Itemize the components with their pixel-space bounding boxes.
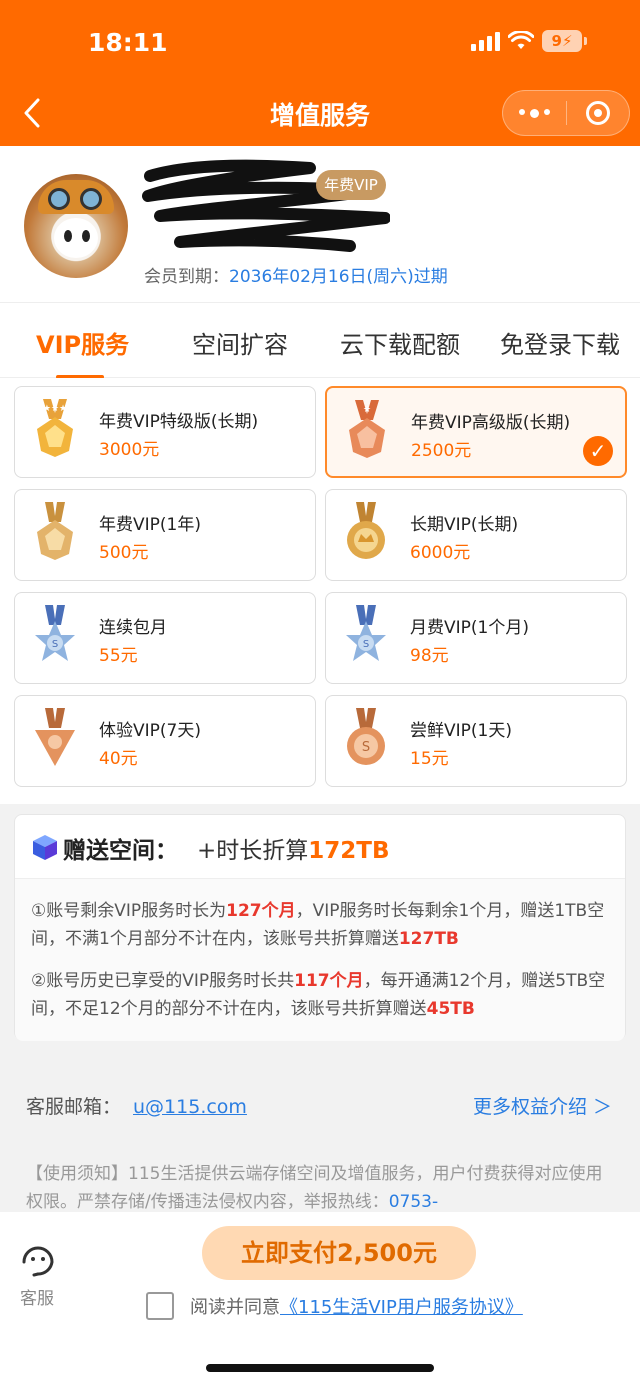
tab-bar: VIP服务 空间扩容 云下载配额 免登录下载 <box>0 302 640 379</box>
bronze-round-medal-icon: S <box>347 708 385 765</box>
more-icon[interactable] <box>503 108 566 118</box>
gift-highlight: 127个月 <box>226 901 296 921</box>
pay-now-button[interactable]: 立即支付2,500元 <box>202 1226 476 1280</box>
bronze-triangle-medal-icon <box>35 708 75 766</box>
miniapp-capsule <box>502 90 630 136</box>
home-indicator <box>206 1364 434 1372</box>
gift-space-total: +时长折算172TB <box>197 831 390 865</box>
usage-notice-text: 【使用须知】115生活提供云端存储空间及增值服务，用户付费获得对应使用权限。严禁… <box>26 1164 603 1210</box>
silver-star-medal-icon: S <box>35 605 75 661</box>
plan-card-annual-vip[interactable]: 年费VIP(1年) 500元 <box>14 489 316 581</box>
membership-expiry: 会员到期：2036年02月16日(周六)过期 <box>144 262 448 287</box>
plan-price: 500元 <box>99 543 149 563</box>
plan-card-trial-vip[interactable]: 体验VIP(7天) 40元 <box>14 695 316 787</box>
silver-star-medal-icon: S <box>346 605 386 661</box>
agreement-row: 阅读并同意 《115生活VIP用户服务协议》 <box>146 1292 523 1320</box>
plan-name: 年费VIP(1年) <box>99 515 201 535</box>
plan-name: 月费VIP(1个月) <box>410 618 529 638</box>
cube-icon <box>33 835 57 860</box>
plan-card-taster-vip[interactable]: S 尝鲜VIP(1天) 15元 <box>325 695 627 787</box>
plan-name: 年费VIP高级版(长期) <box>411 413 571 433</box>
vip-badge: 年费VIP <box>316 170 386 200</box>
gold-crown-medal-icon <box>347 502 385 559</box>
gift-rule-remaining: ①账号剩余VIP服务时长为127个月，VIP服务时长每剩余1个月，赠送1TB空间… <box>31 897 615 953</box>
agreement-link[interactable]: 《115生活VIP用户服务协议》 <box>280 1293 523 1319</box>
more-benefits-link[interactable]: 更多权益介绍 ＞ <box>473 1092 612 1119</box>
plan-price: 6000元 <box>410 543 471 563</box>
signal-icon <box>471 31 500 51</box>
plan-card-long-term-vip[interactable]: 长期VIP(长期) 6000元 <box>325 489 627 581</box>
gift-calc-prefix: +时长折算 <box>197 838 309 864</box>
plan-name: 连续包月 <box>99 618 167 638</box>
gift-space-title: 赠送空间： <box>63 838 178 864</box>
bottom-action-bar: 客服 立即支付2,500元 阅读并同意 《115生活VIP用户服务协议》 <box>0 1212 640 1387</box>
vip-plan-grid: ★★★ 年费VIP特级版(长期) 3000元 ★ 年费VIP高级版(长期) 25… <box>0 378 640 804</box>
plan-card-monthly-vip[interactable]: S 月费VIP(1个月) 98元 <box>325 592 627 684</box>
plan-price: 55元 <box>99 646 138 666</box>
customer-service-icon[interactable] <box>20 1240 56 1278</box>
battery-level: 9 <box>551 32 562 50</box>
svg-text:S: S <box>363 639 369 650</box>
avatar <box>24 174 128 278</box>
gift-calc-value: 172TB <box>308 838 390 864</box>
agreement-checkbox[interactable] <box>146 1292 174 1320</box>
gift-highlight: 127TB <box>398 929 459 949</box>
usage-notice: 【使用须知】115生活提供云端存储空间及增值服务，用户付费获得对应使用权限。严禁… <box>26 1160 616 1210</box>
report-hotline[interactable]: 0753- <box>389 1192 438 1210</box>
plan-name: 体验VIP(7天) <box>99 721 201 741</box>
selected-check-icon: ✓ <box>583 436 613 466</box>
gift-highlight: 45TB <box>426 999 475 1019</box>
tab-cloud-download-quota[interactable]: 云下载配额 <box>340 325 460 360</box>
battery-icon: 9⚡ <box>542 30 587 52</box>
plan-price: 2500元 <box>411 441 472 461</box>
header-bar: 18:11 9⚡ 增值服务 <box>0 0 640 146</box>
plan-price: 3000元 <box>99 440 160 460</box>
expiry-date: 2036年02月16日(周六)过期 <box>229 267 448 287</box>
support-email-label: 客服邮箱： <box>26 1096 122 1118</box>
gold-shield-medal-icon <box>37 502 73 560</box>
expiry-label: 会员到期： <box>144 267 229 287</box>
support-email-link[interactable]: u@115.com <box>133 1096 247 1118</box>
svg-text:S: S <box>362 740 370 755</box>
svg-text:★★★: ★★★ <box>43 404 67 414</box>
close-miniapp-icon[interactable] <box>567 101 629 125</box>
gift-text: ①账号剩余VIP服务时长为 <box>31 901 227 921</box>
svg-text:S: S <box>52 639 58 650</box>
bronze-star-medal-icon: ★ <box>349 400 385 458</box>
plan-card-monthly-subscription[interactable]: S 连续包月 55元 <box>14 592 316 684</box>
gold-star-medal-icon: ★★★ <box>37 399 73 457</box>
svg-text:★: ★ <box>363 405 371 415</box>
plan-card-premium-special[interactable]: ★★★ 年费VIP特级版(长期) 3000元 <box>14 386 316 478</box>
wifi-icon <box>508 31 534 49</box>
plan-name: 尝鲜VIP(1天) <box>410 721 512 741</box>
profile-card: 年费VIP 会员到期：2036年02月16日(周六)过期 <box>0 146 640 302</box>
tab-vip-service[interactable]: VIP服务 <box>36 325 129 360</box>
agreement-text: 阅读并同意 <box>190 1297 280 1318</box>
gift-highlight: 117个月 <box>294 971 364 991</box>
customer-service-label[interactable]: 客服 <box>20 1284 54 1309</box>
plan-price: 15元 <box>410 749 449 769</box>
plan-price: 98元 <box>410 646 449 666</box>
support-email-row: 客服邮箱： u@115.com <box>26 1092 247 1119</box>
gift-rule-history: ②账号历史已享受的VIP服务时长共117个月，每开通满12个月，赠送5TB空间，… <box>31 967 615 1023</box>
status-icons: 9⚡ <box>471 30 587 52</box>
plan-name: 长期VIP(长期) <box>410 515 519 535</box>
gift-space-card: 赠送空间： +时长折算172TB ①账号剩余VIP服务时长为127个月，VIP服… <box>14 814 626 1041</box>
plan-name: 年费VIP特级版(长期) <box>99 412 259 432</box>
gift-text: ②账号历史已享受的VIP服务时长共 <box>31 971 295 991</box>
status-time: 18:11 <box>88 28 168 57</box>
plan-price: 40元 <box>99 749 138 769</box>
plan-card-premium-advanced[interactable]: ★ 年费VIP高级版(长期) 2500元 ✓ <box>325 386 627 478</box>
gift-space-details: ①账号剩余VIP服务时长为127个月，VIP服务时长每剩余1个月，赠送1TB空间… <box>15 879 625 1041</box>
tab-space-expansion[interactable]: 空间扩容 <box>192 325 288 360</box>
gift-space-header: 赠送空间： +时长折算172TB <box>15 815 625 879</box>
tab-login-free-download[interactable]: 免登录下载 <box>500 325 620 360</box>
